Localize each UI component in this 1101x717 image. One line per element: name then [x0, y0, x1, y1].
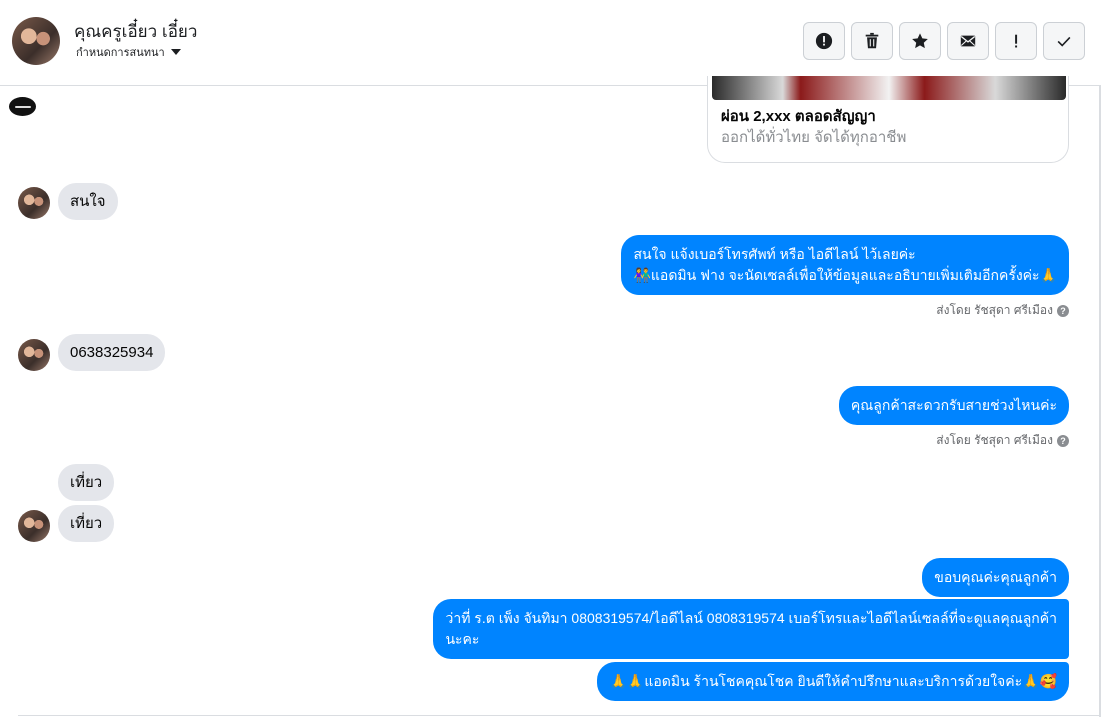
contact-avatar-small[interactable] — [18, 339, 50, 371]
message-outgoing[interactable]: คุณลูกค้าสะดวกรับสายช่วงไหนค่ะ — [838, 386, 1069, 425]
contact-avatar-small[interactable] — [18, 510, 50, 542]
sent-by-text: ส่งโดย รัชสุดา ศรีเมือง — [936, 433, 1053, 447]
star-icon — [912, 33, 928, 49]
message-outgoing[interactable]: ว่าที่ ร.ต เพ็ง จันทิมา 0808319574/ไอดีไ… — [433, 599, 1069, 659]
message-line: ว่าที่ ร.ต เพ็ง จันทิมา 0808319574/ไอดีไ… — [445, 610, 1057, 626]
mark-unread-button[interactable] — [947, 22, 989, 60]
help-icon[interactable]: ? — [1057, 434, 1069, 447]
report-button[interactable] — [803, 22, 845, 60]
star-button[interactable] — [899, 22, 941, 60]
message-incoming[interactable]: เที่ยว — [58, 464, 115, 501]
envelope-icon — [960, 35, 976, 47]
message-outgoing[interactable]: 🙏🙏แอดมิน ร้านโชคคุณโชค ยินดีให้คำปรึกษาแ… — [597, 662, 1069, 701]
caret-down-icon — [170, 49, 181, 55]
contact-name[interactable]: คุณครูเอี๋ยว เอี๋ยว — [74, 18, 197, 45]
done-button[interactable] — [1043, 22, 1085, 60]
sent-by-label: ส่งโดย รัชสุดา ศรีเมือง ? — [936, 301, 1069, 320]
spam-button[interactable] — [995, 22, 1037, 60]
shared-ad-card[interactable]: ผ่อน 2,xxx ตลอดสัญญา ออกได้ทั่วไทย จัดได… — [707, 76, 1069, 163]
conversation-header: คุณครูเอี๋ยว เอี๋ยว กำหนดการสนทนา — [0, 0, 1101, 86]
help-icon[interactable]: ? — [1057, 304, 1069, 317]
ad-image — [712, 76, 1066, 100]
sent-by-label: ส่งโดย รัชสุดา ศรีเมือง ? — [936, 431, 1069, 450]
composer-divider — [18, 715, 1100, 716]
page-logo — [9, 97, 36, 116]
message-incoming[interactable]: เที่ยว — [58, 505, 115, 542]
message-line: สนใจ แจ้งเบอร์โทรศัพท์ หรือ ไอดีไลน์ ไว้… — [633, 246, 916, 262]
message-incoming[interactable]: 0638325934 — [58, 334, 166, 371]
check-icon — [1057, 36, 1071, 47]
message-incoming[interactable]: สนใจ — [58, 183, 118, 220]
message-outgoing[interactable]: ขอบคุณค่ะคุณลูกค้า — [922, 558, 1069, 597]
schedule-label: กำหนดการสนทนา — [76, 47, 165, 59]
message-line: นะคะ — [445, 631, 480, 647]
trash-icon — [865, 32, 879, 49]
contact-avatar-small[interactable] — [18, 187, 50, 219]
header-actions — [803, 22, 1085, 60]
exclamation-icon — [1015, 34, 1018, 48]
delete-button[interactable] — [851, 22, 893, 60]
contact-avatar[interactable] — [12, 17, 60, 65]
alert-circle-icon — [815, 32, 833, 50]
message-line: 👫แอดมิน ฟาง จะนัดเซลล์เพื่อให้ข้อมูลและอ… — [633, 267, 1057, 283]
ad-subtitle: ออกได้ทั่วไทย จัดได้ทุกอาชีพ — [721, 129, 907, 146]
sent-by-text: ส่งโดย รัชสุดา ศรีเมือง — [936, 303, 1053, 317]
schedule-dropdown[interactable]: กำหนดการสนทนา — [76, 43, 181, 61]
message-outgoing[interactable]: สนใจ แจ้งเบอร์โทรศัพท์ หรือ ไอดีไลน์ ไว้… — [621, 235, 1069, 295]
